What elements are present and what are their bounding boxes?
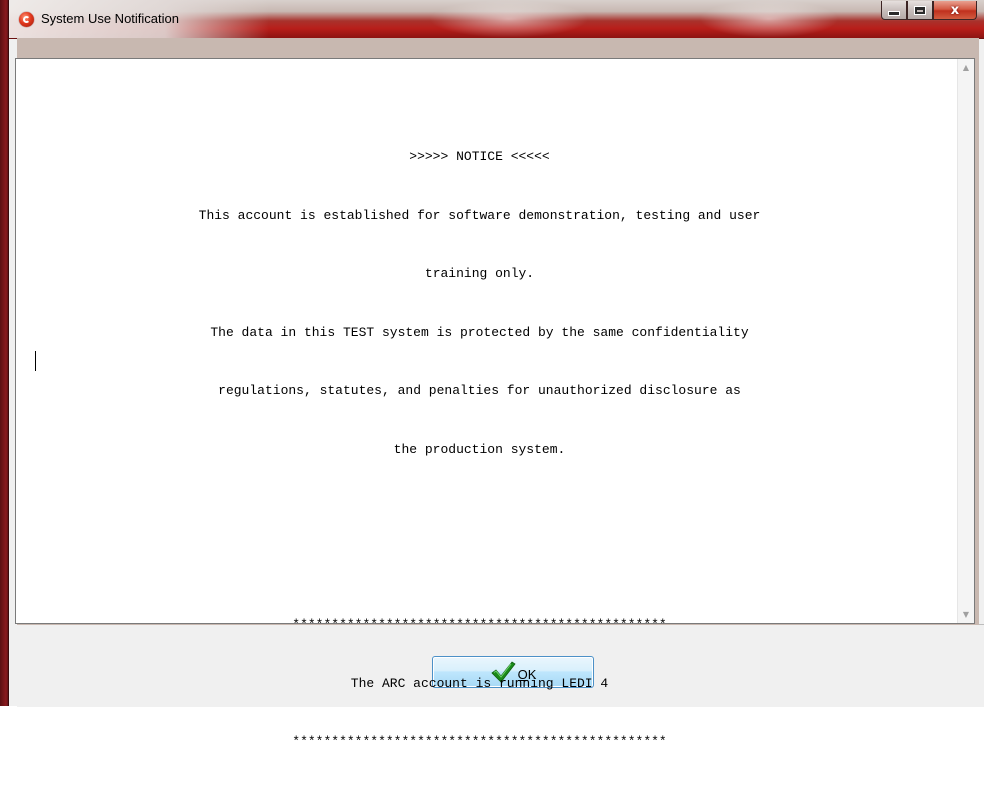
text-caret: [35, 351, 36, 371]
notice-line: training only.: [424, 266, 535, 281]
title-bar-glow: [429, 0, 589, 38]
close-icon: x: [950, 2, 960, 18]
asterisk-divider: ****************************************…: [292, 734, 667, 749]
notice-line: regulations, statutes, and penalties for…: [218, 383, 741, 398]
notice-heading: >>>>> NOTICE <<<<<: [409, 149, 550, 164]
scroll-down-arrow-icon[interactable]: ▼: [958, 606, 974, 623]
app-icon: [19, 12, 34, 27]
maximize-button[interactable]: [907, 1, 933, 20]
account-status-line: The ARC account is running LEDI 4: [350, 675, 609, 691]
title-bar-glow: [699, 0, 839, 38]
asterisk-divider: ****************************************…: [292, 617, 667, 632]
close-button[interactable]: x: [933, 1, 977, 20]
maximize-icon: [914, 5, 926, 15]
vertical-scrollbar[interactable]: ▲ ▼: [957, 59, 974, 623]
notice-text-area[interactable]: >>>>> NOTICE <<<<< This account is estab…: [15, 58, 975, 749]
notice-line: The data in this TEST system is protecte…: [210, 324, 749, 340]
title-bar[interactable]: System Use Notification x: [9, 0, 984, 39]
minimize-button[interactable]: [881, 1, 907, 20]
window-title: System Use Notification: [41, 11, 179, 26]
caption-buttons: x: [881, 1, 977, 22]
notice-line: This account is established for software…: [198, 207, 761, 223]
scroll-up-arrow-icon[interactable]: ▲: [958, 59, 974, 76]
notice-text: >>>>> NOTICE <<<<< This account is estab…: [16, 108, 943, 791]
notice-line: the production system.: [393, 441, 566, 457]
minimize-icon: [888, 10, 900, 16]
